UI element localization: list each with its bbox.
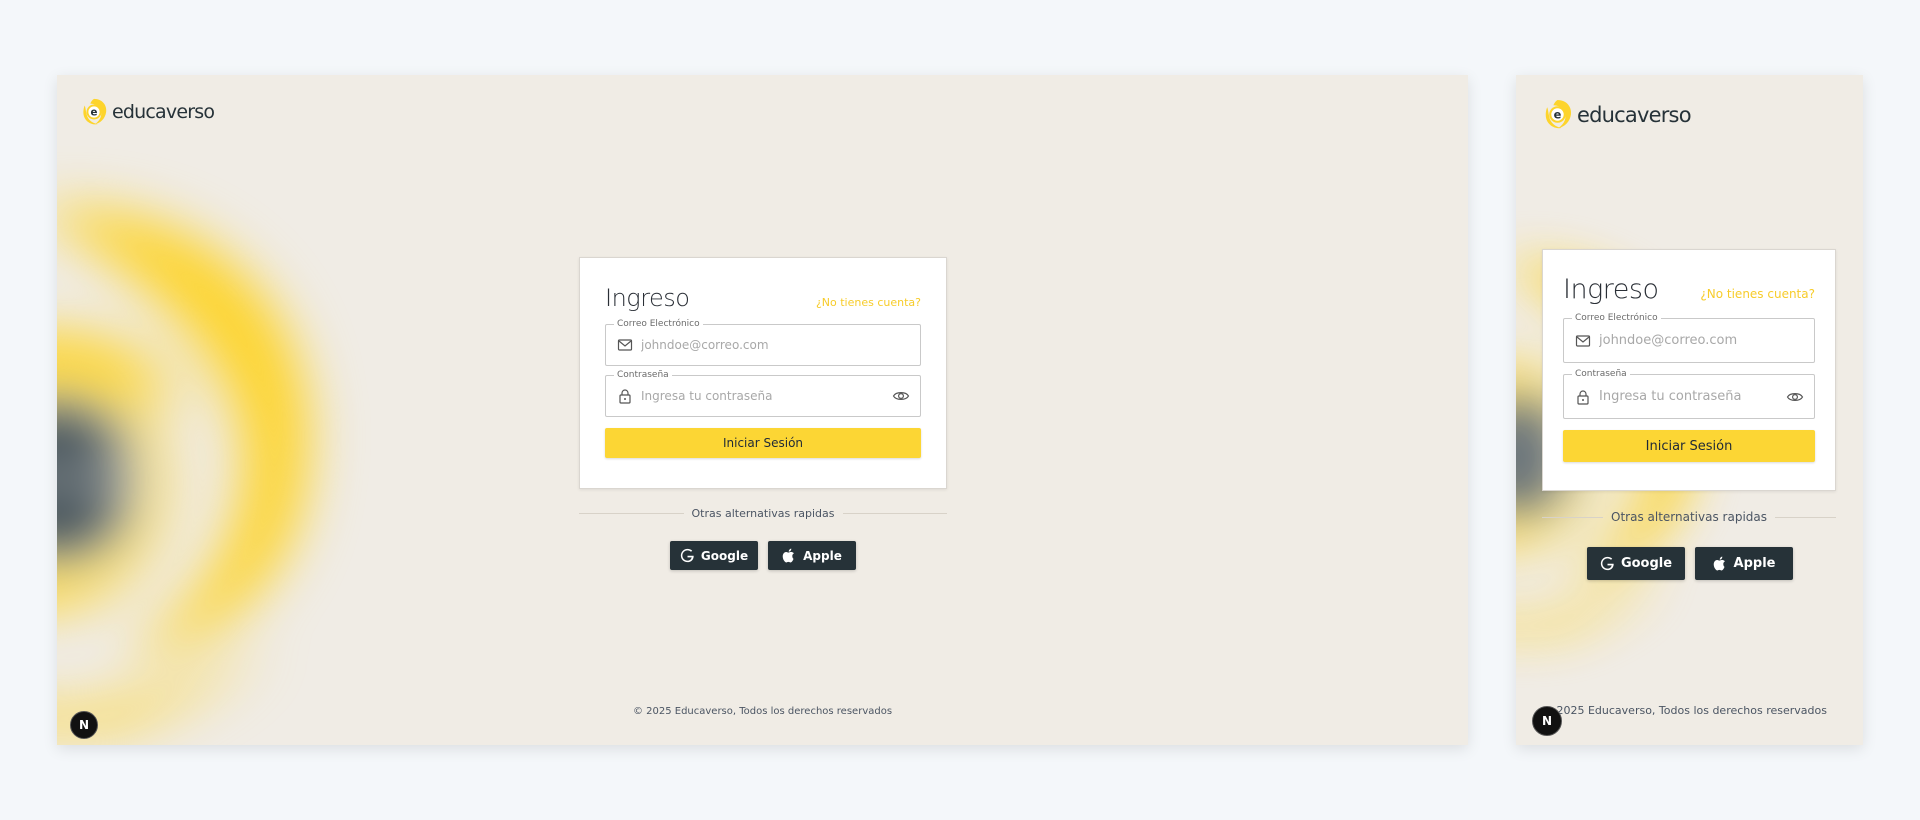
email-label: Correo Electrónico [1572, 312, 1661, 324]
login-submit-button[interactable]: Iniciar Sesión [1563, 430, 1815, 462]
apple-label: Apple [1733, 556, 1776, 571]
dev-tools-badge[interactable]: N [70, 711, 98, 739]
signup-link[interactable]: ¿No tienes cuenta? [816, 296, 921, 309]
dev-tools-badge[interactable]: N [1532, 706, 1562, 736]
login-title: Ingreso [1563, 274, 1659, 305]
alternatives-label: Otras alternativas rapidas [691, 507, 835, 520]
eye-icon[interactable] [892, 387, 910, 405]
login-card-header: Ingreso ¿No tienes cuenta? [605, 284, 921, 312]
signup-link[interactable]: ¿No tienes cuenta? [1700, 287, 1815, 301]
lock-icon [1575, 389, 1591, 405]
brand-name: educaverso [112, 101, 215, 123]
email-field[interactable]: Correo Electrónico [1563, 312, 1815, 363]
svg-text:e: e [1554, 108, 1562, 122]
alternatives-label: Otras alternativas rapidas [1611, 510, 1767, 524]
password-field[interactable]: Contraseña [605, 369, 921, 417]
google-label: Google [1620, 556, 1673, 571]
password-label: Contraseña [614, 369, 672, 381]
google-login-button[interactable]: Google [1587, 547, 1685, 580]
login-submit-button[interactable]: Iniciar Sesión [605, 428, 921, 458]
brand-logo[interactable]: e educaverso [80, 98, 215, 126]
password-label: Contraseña [1572, 368, 1630, 380]
login-card-header: Ingreso ¿No tienes cuenta? [1563, 274, 1815, 305]
apple-login-button[interactable]: Apple [1695, 547, 1793, 580]
google-icon [1600, 556, 1615, 571]
brand-name: educaverso [1577, 102, 1692, 127]
social-login-buttons: Google Apple [670, 541, 856, 570]
divider-line [842, 513, 948, 514]
alternatives-divider: Otras alternativas rapidas [579, 507, 948, 520]
mail-icon [1575, 333, 1591, 349]
lock-icon [617, 388, 633, 404]
educaverso-logo-icon: e [1545, 100, 1572, 129]
email-input[interactable] [1599, 333, 1814, 348]
email-field[interactable]: Correo Electrónico [605, 318, 921, 366]
eye-icon[interactable] [1786, 388, 1804, 406]
svg-text:e: e [91, 107, 98, 119]
mobile-preview: e educaverso Ingreso ¿No tienes cuenta? … [1516, 75, 1863, 745]
divider-line [1775, 516, 1837, 518]
google-icon [680, 548, 695, 563]
email-label: Correo Electrónico [614, 318, 703, 330]
password-field[interactable]: Contraseña [1563, 368, 1815, 419]
educaverso-logo-icon: e [83, 98, 107, 125]
apple-icon [1713, 556, 1728, 571]
login-card: Ingreso ¿No tienes cuenta? Correo Electr… [579, 257, 947, 489]
password-input[interactable] [1599, 389, 1786, 404]
footer-copyright: © 2025 Educaverso, Todos los derechos re… [1541, 704, 1827, 717]
login-title: Ingreso [605, 284, 690, 312]
footer-copyright: © 2025 Educaverso, Todos los derechos re… [632, 706, 893, 717]
email-input[interactable] [641, 338, 920, 352]
mail-icon [617, 337, 633, 353]
brand-logo[interactable]: e educaverso [1542, 99, 1692, 130]
apple-login-button[interactable]: Apple [768, 541, 856, 570]
login-card: Ingreso ¿No tienes cuenta? Correo Electr… [1542, 249, 1836, 491]
apple-icon [782, 548, 797, 563]
alternatives-divider: Otras alternativas rapidas [1542, 510, 1837, 524]
desktop-preview: e educaverso Ingreso ¿No tienes cuenta? … [57, 75, 1468, 745]
background-logo-blur [57, 207, 310, 730]
password-input[interactable] [641, 389, 892, 403]
divider-line [579, 513, 684, 514]
divider-line [1542, 516, 1604, 518]
apple-label: Apple [803, 548, 842, 563]
google-label: Google [700, 548, 749, 563]
social-login-buttons: Google Apple [1587, 547, 1793, 580]
google-login-button[interactable]: Google [670, 541, 758, 570]
